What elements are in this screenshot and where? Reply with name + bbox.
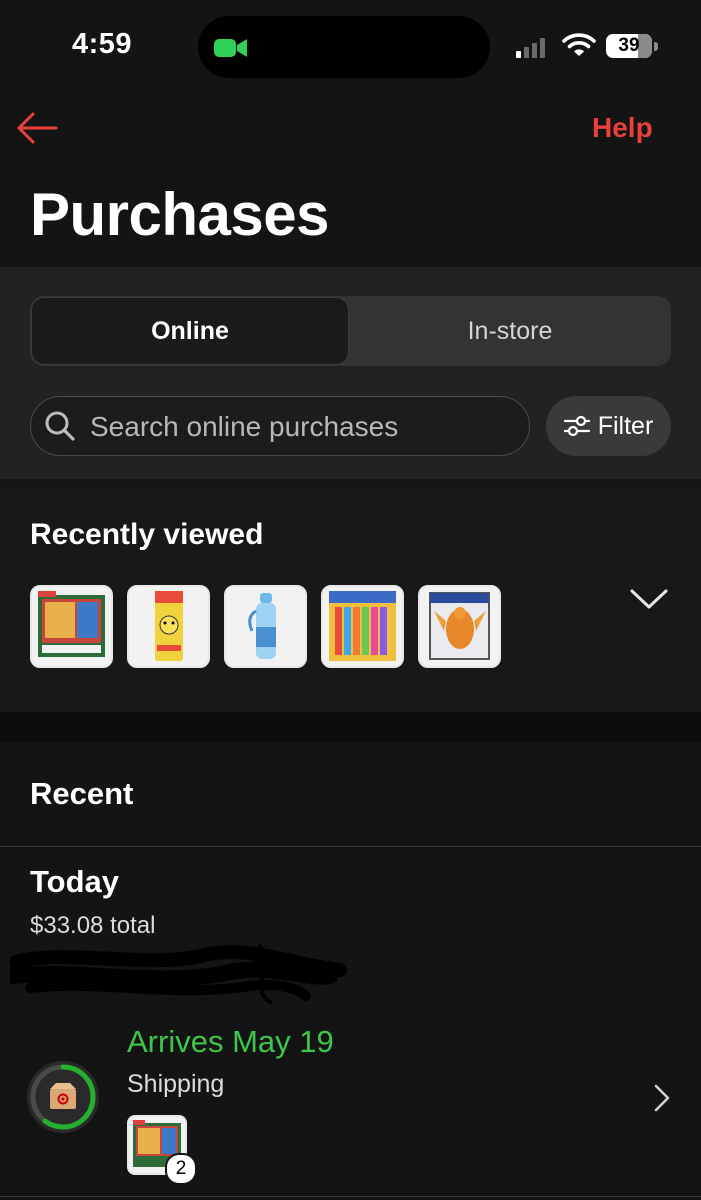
wifi-icon — [562, 32, 596, 63]
recently-viewed-title: Recently viewed — [30, 518, 264, 551]
chevron-right-icon — [652, 1082, 672, 1119]
filter-button[interactable]: Filter — [546, 396, 671, 456]
section-divider — [0, 712, 701, 742]
battery-icon: 39 — [606, 34, 652, 58]
recent-item-thumbnail[interactable] — [321, 585, 404, 668]
order-status: Shipping — [127, 1070, 225, 1098]
package-icon — [50, 1083, 76, 1109]
back-button[interactable] — [14, 110, 60, 146]
divider — [0, 1196, 701, 1197]
recent-item-thumbnail[interactable] — [224, 585, 307, 668]
recent-item-thumbnail[interactable] — [30, 585, 113, 668]
today-total: $33.08 total — [30, 912, 156, 939]
arrow-left-icon — [17, 112, 58, 144]
recent-title: Recent — [30, 776, 134, 811]
divider — [0, 846, 701, 847]
redaction-scribble — [6, 940, 350, 1015]
arrival-date: Arrives May 19 — [127, 1024, 334, 1059]
item-count-badge: 2 — [165, 1153, 197, 1185]
video-camera-icon — [214, 37, 248, 64]
shipping-progress-ring — [26, 1060, 100, 1139]
recent-item-thumbnail[interactable] — [127, 585, 210, 668]
tab-in-store[interactable]: In-store — [350, 297, 670, 365]
status-time: 4:59 — [72, 28, 133, 60]
filter-label: Filter — [597, 411, 654, 440]
cellular-signal-icon — [516, 36, 545, 58]
help-link[interactable]: Help — [592, 112, 653, 144]
search-input[interactable] — [88, 406, 522, 448]
tab-online[interactable]: Online — [31, 297, 349, 365]
chevron-down-icon[interactable] — [628, 585, 670, 618]
recent-item-thumbnail[interactable] — [418, 585, 501, 668]
battery-level-text: 39 — [618, 35, 640, 56]
search-icon — [44, 410, 76, 447]
battery-nub — [654, 42, 658, 51]
order-row[interactable] — [0, 1020, 701, 1190]
sliders-icon — [563, 415, 590, 437]
page-title: Purchases — [30, 181, 330, 248]
today-title: Today — [30, 864, 119, 899]
